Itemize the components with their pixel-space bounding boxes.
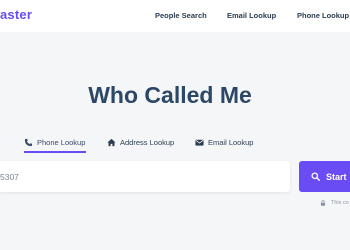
tab-label: Phone Lookup	[37, 137, 86, 147]
tab-address-lookup[interactable]: Address Lookup	[107, 134, 174, 150]
home-icon	[107, 138, 116, 147]
nav-people-search[interactable]: People Search	[155, 11, 207, 20]
tab-phone-lookup[interactable]: Phone Lookup	[24, 134, 87, 153]
secure-note-text: This co	[331, 200, 349, 206]
nav-phone-lookup[interactable]: Phone Lookup	[297, 11, 349, 20]
lock-icon	[320, 200, 326, 206]
search-icon	[311, 172, 320, 181]
tab-label: Address Lookup	[120, 137, 175, 147]
envelope-icon	[195, 138, 204, 147]
phone-search-input[interactable]	[0, 161, 290, 192]
page: aster People Search Email Lookup Phone L…	[0, 0, 350, 250]
brand-logo[interactable]: aster	[0, 7, 32, 22]
active-tab-indicator	[24, 151, 87, 153]
search-button-label: Start	[326, 171, 347, 182]
top-header: aster People Search Email Lookup Phone L…	[0, 0, 350, 32]
page-title: Who Called Me	[88, 82, 252, 108]
start-search-button[interactable]: Start	[299, 161, 350, 192]
phone-icon	[24, 138, 33, 147]
search-input-value: 5307	[0, 172, 19, 182]
nav-email-lookup[interactable]: Email Lookup	[227, 11, 276, 20]
secure-note: This co	[320, 200, 349, 206]
tab-email-lookup[interactable]: Email Lookup	[195, 134, 253, 150]
tab-label: Email Lookup	[208, 137, 254, 147]
